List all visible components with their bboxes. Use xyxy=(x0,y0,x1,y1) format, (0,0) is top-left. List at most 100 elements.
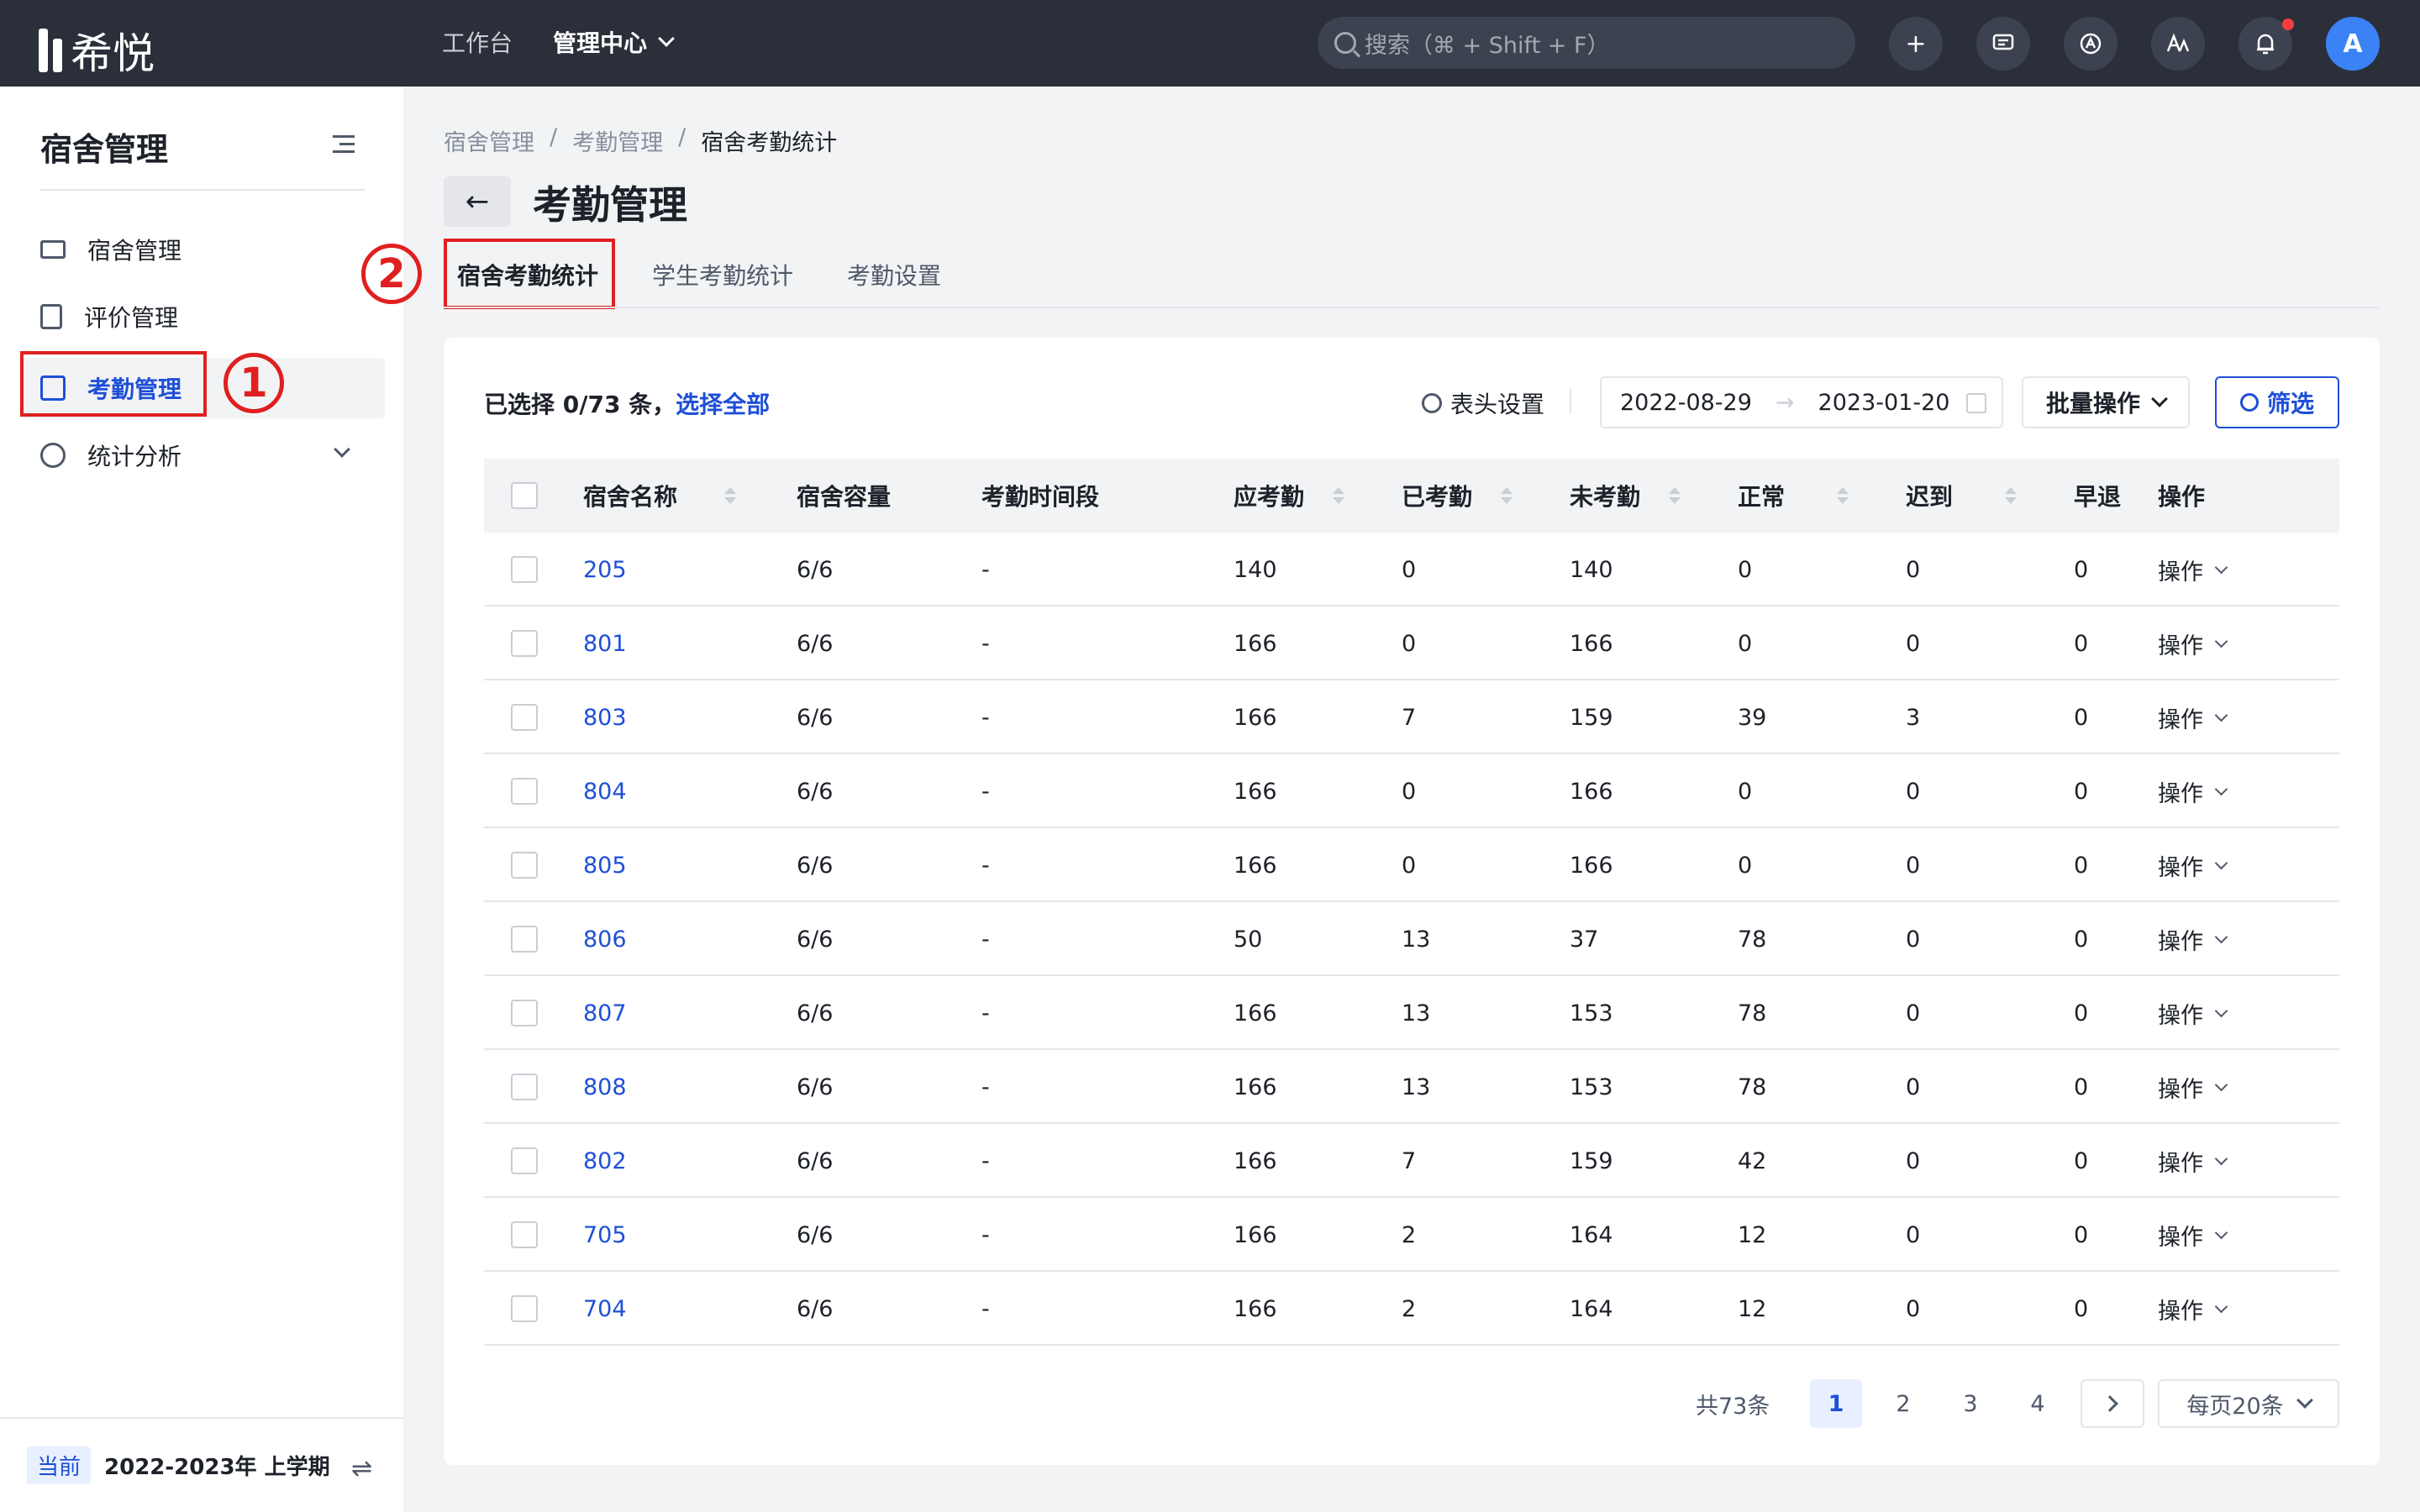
nav-admin-center[interactable]: 管理中心 xyxy=(553,25,675,59)
row-actions-dropdown[interactable]: 操作 xyxy=(2158,1050,2228,1124)
sort-icon[interactable] xyxy=(1669,487,1681,504)
row-checkbox[interactable] xyxy=(511,1000,538,1026)
collapse-sidebar-icon[interactable] xyxy=(333,135,355,154)
cell-value: 6/6 xyxy=(797,630,834,657)
dorm-name-link[interactable]: 803 xyxy=(583,705,627,731)
row-checkbox[interactable] xyxy=(511,1295,538,1322)
calendar-icon xyxy=(1966,393,1986,413)
breadcrumb-item[interactable]: 考勤管理 xyxy=(572,124,663,157)
header-expected[interactable]: 应考勤 xyxy=(1234,459,1345,533)
row-actions-dropdown[interactable]: 操作 xyxy=(2158,754,2228,828)
sidebar-item-statistics[interactable]: 统计分析 xyxy=(20,425,385,486)
row-checkbox[interactable] xyxy=(511,1221,538,1248)
page-4-button[interactable]: 4 xyxy=(2012,1379,2064,1428)
dorm-name-link[interactable]: 705 xyxy=(583,1222,627,1248)
global-search[interactable]: 搜索（⌘ + Shift + F） xyxy=(1318,17,1855,69)
header-early-leave: 早退 xyxy=(2074,459,2121,533)
table-cell: 166 xyxy=(1570,754,1613,828)
dorm-name-link[interactable]: 804 xyxy=(583,779,627,805)
sort-icon[interactable] xyxy=(1501,487,1513,504)
page-3-button[interactable]: 3 xyxy=(1944,1379,1996,1428)
term-switcher[interactable]: 当前 2022-2023年 上学期 ⇌ xyxy=(0,1417,403,1512)
page-2-button[interactable]: 2 xyxy=(1877,1379,1929,1428)
cell-value: 0 xyxy=(1402,630,1417,657)
cell-value: 13 xyxy=(1402,926,1431,953)
header-unchecked[interactable]: 未考勤 xyxy=(1570,459,1681,533)
header-normal[interactable]: 正常 xyxy=(1738,459,1849,533)
chevron-down-icon xyxy=(2296,1392,2313,1409)
row-actions-dropdown[interactable]: 操作 xyxy=(2158,606,2228,680)
tab-student-attendance[interactable]: 学生考勤统计 xyxy=(652,258,793,291)
nav-workbench[interactable]: 工作台 xyxy=(442,25,513,59)
row-checkbox[interactable] xyxy=(511,926,538,953)
sidebar-item-dorm-management[interactable]: 宿舍管理 xyxy=(20,219,385,280)
row-checkbox[interactable] xyxy=(511,556,538,583)
dorm-name-link[interactable]: 704 xyxy=(583,1296,627,1322)
row-actions-dropdown[interactable]: 操作 xyxy=(2158,1198,2228,1272)
dorm-name-link[interactable]: 805 xyxy=(583,853,627,879)
table-cell: 6/6 xyxy=(797,1124,833,1198)
row-actions-dropdown[interactable]: 操作 xyxy=(2158,680,2228,754)
cell-value: - xyxy=(981,556,990,583)
batch-operation-button[interactable]: 批量操作 xyxy=(2022,376,2190,428)
dorm-name-link[interactable]: 205 xyxy=(583,557,627,583)
table-cell: 0 xyxy=(1906,1272,1920,1346)
dorm-name-link[interactable]: 806 xyxy=(583,927,627,953)
breadcrumb-item[interactable]: 宿舍管理 xyxy=(444,124,534,157)
switch-icon[interactable]: ⇌ xyxy=(351,1454,372,1483)
page-1-button[interactable]: 1 xyxy=(1810,1379,1862,1428)
messages-button[interactable] xyxy=(1976,17,2030,71)
page-size-select[interactable]: 每页20条 xyxy=(2158,1379,2339,1428)
row-checkbox[interactable] xyxy=(511,1074,538,1100)
dorm-name-cell: 803 xyxy=(583,680,627,754)
cell-value: 2 xyxy=(1402,1295,1417,1322)
row-checkbox[interactable] xyxy=(511,630,538,657)
next-page-button[interactable] xyxy=(2081,1379,2144,1428)
filter-button[interactable]: 筛选 xyxy=(2215,376,2339,428)
row-checkbox[interactable] xyxy=(511,1147,538,1174)
sort-icon[interactable] xyxy=(2005,487,2018,504)
select-all-checkbox[interactable] xyxy=(511,482,538,509)
header-dorm-name[interactable]: 宿舍名称 xyxy=(583,459,737,533)
sort-icon[interactable] xyxy=(1333,487,1345,504)
dorm-name-link[interactable]: 801 xyxy=(583,631,627,657)
select-all-link[interactable]: 选择全部 xyxy=(676,391,770,418)
header-checked[interactable]: 已考勤 xyxy=(1402,459,1513,533)
back-button[interactable]: ← xyxy=(444,176,511,227)
header-label: 应考勤 xyxy=(1234,483,1305,511)
row-checkbox[interactable] xyxy=(511,852,538,879)
tab-dorm-attendance[interactable]: 宿舍考勤统计 xyxy=(457,258,598,291)
table-cell: 166 xyxy=(1570,828,1613,902)
table-cell: 0 xyxy=(1402,828,1416,902)
dorm-name-link[interactable]: 808 xyxy=(583,1074,627,1100)
row-actions-dropdown[interactable]: 操作 xyxy=(2158,976,2228,1050)
row-checkbox[interactable] xyxy=(511,704,538,731)
sort-icon[interactable] xyxy=(724,487,737,504)
row-actions-dropdown[interactable]: 操作 xyxy=(2158,1272,2228,1346)
table-cell: 166 xyxy=(1234,828,1277,902)
sort-icon[interactable] xyxy=(1837,487,1849,504)
tab-attendance-settings[interactable]: 考勤设置 xyxy=(847,258,941,291)
sidebar-item-label: 宿舍管理 xyxy=(87,237,182,265)
apps-button[interactable] xyxy=(2064,17,2118,71)
cell-value: 0 xyxy=(1906,1074,1921,1100)
language-button[interactable] xyxy=(2151,17,2205,71)
cell-value: 6/6 xyxy=(797,1074,834,1100)
row-actions-dropdown[interactable]: 操作 xyxy=(2158,533,2228,606)
row-checkbox[interactable] xyxy=(511,778,538,805)
dorm-name-link[interactable]: 807 xyxy=(583,1000,627,1026)
header-late[interactable]: 迟到 xyxy=(1906,459,2018,533)
dorm-name-cell: 806 xyxy=(583,902,627,976)
add-button[interactable]: + xyxy=(1889,17,1943,71)
row-actions-dropdown[interactable]: 操作 xyxy=(2158,828,2228,902)
cell-value: 0 xyxy=(2074,1295,2089,1322)
user-avatar[interactable]: A xyxy=(2326,17,2380,71)
sidebar-item-evaluation[interactable]: 评价管理 xyxy=(20,286,385,347)
row-actions-dropdown[interactable]: 操作 xyxy=(2158,902,2228,976)
row-actions-dropdown[interactable]: 操作 xyxy=(2158,1124,2228,1198)
dorm-name-link[interactable]: 802 xyxy=(583,1148,627,1174)
column-settings-button[interactable]: 表头设置 xyxy=(1422,386,1544,420)
date-range-picker[interactable]: 2022-08-29 → 2023-01-20 xyxy=(1600,376,2003,428)
app-logo[interactable]: 希悦 xyxy=(39,20,155,81)
table-row: 804 6/6 - 166 0 166 0 0 0 操作 xyxy=(484,754,2339,828)
